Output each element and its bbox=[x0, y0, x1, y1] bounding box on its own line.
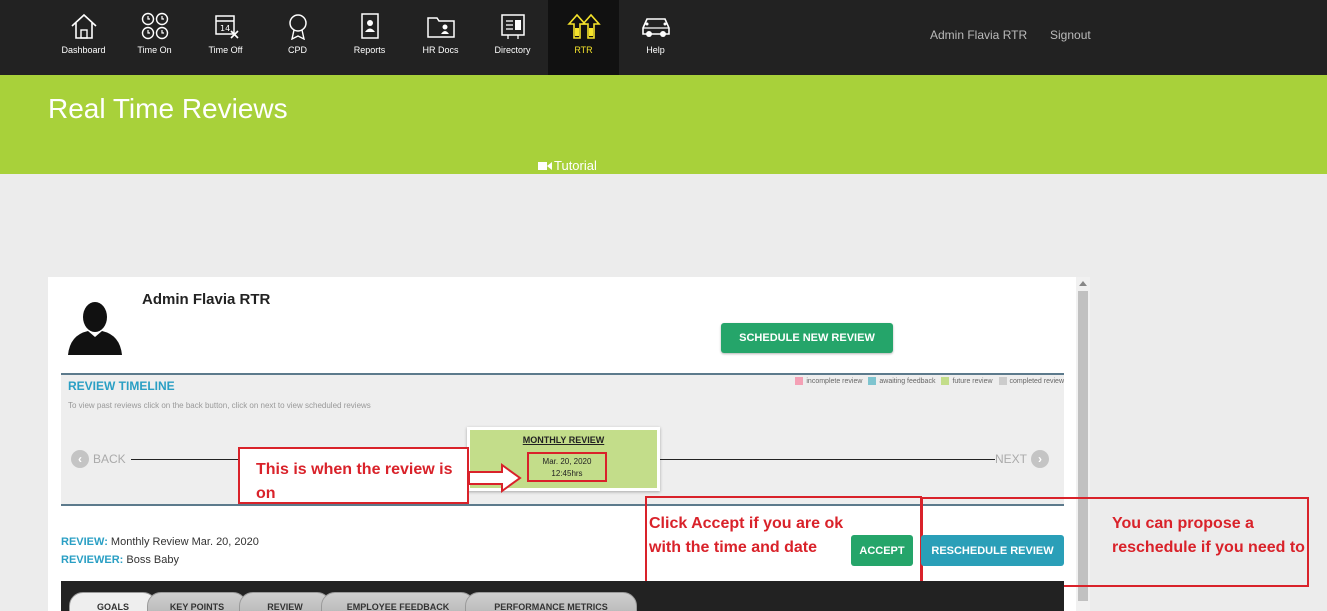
page-header: Real Time Reviews Tutorial bbox=[0, 75, 1327, 174]
tutorial-label: Tutorial bbox=[554, 158, 597, 173]
folder-icon bbox=[426, 17, 455, 38]
timeline-legend: incomplete review awaiting feedback futu… bbox=[795, 377, 1064, 385]
review-card-date: Mar. 20, 2020 bbox=[542, 457, 592, 466]
reviewer-info: REVIEWER: Boss Baby bbox=[61, 554, 179, 566]
schedule-new-review-button[interactable]: SCHEDULE NEW REVIEW bbox=[721, 323, 893, 353]
nav-rtr[interactable]: RTR bbox=[548, 0, 619, 75]
legend-item: future review bbox=[941, 377, 993, 385]
legend-label: incomplete review bbox=[806, 377, 863, 385]
nav-directory[interactable]: Directory bbox=[477, 0, 548, 75]
legend-item: completed review bbox=[998, 377, 1064, 385]
profile-name: Admin Flavia RTR bbox=[142, 291, 271, 308]
nav-label: Time On bbox=[137, 45, 172, 55]
legend-label: future review bbox=[952, 377, 993, 385]
reviewer-label: REVIEWER: bbox=[61, 554, 124, 566]
nav-label: Directory bbox=[494, 45, 531, 55]
nav-cpd[interactable]: CPD bbox=[262, 0, 333, 75]
user-name[interactable]: Admin Flavia RTR bbox=[930, 28, 1027, 42]
page-title: Real Time Reviews bbox=[48, 93, 288, 124]
chevron-left-icon: ‹ bbox=[71, 450, 89, 468]
reschedule-review-button[interactable]: RESCHEDULE REVIEW bbox=[921, 535, 1064, 566]
review-card-title: MONTHLY REVIEW bbox=[522, 435, 605, 445]
back-label: BACK bbox=[93, 452, 126, 466]
tab-performance-metrics[interactable]: PERFORMANCE METRICS bbox=[465, 592, 637, 611]
directory-icon bbox=[500, 14, 525, 39]
tab-review[interactable]: REVIEW bbox=[239, 592, 331, 611]
nav-label: Dashboard bbox=[61, 45, 106, 55]
timeline-subtitle: To view past reviews click on the back b… bbox=[68, 401, 371, 410]
rtr-icon bbox=[566, 13, 601, 39]
legend-item: incomplete review bbox=[795, 377, 862, 385]
legend-label: awaiting feedback bbox=[879, 377, 936, 385]
report-icon bbox=[360, 13, 379, 39]
legend-swatch bbox=[795, 377, 804, 385]
car-icon bbox=[641, 18, 670, 37]
nav-label: Reports bbox=[353, 45, 386, 55]
review-timeline: REVIEW TIMELINE To view past reviews cli… bbox=[61, 373, 1064, 506]
timeline-next-button[interactable]: NEXT › bbox=[995, 450, 1050, 468]
nav-time-off[interactable]: 14 Time Off bbox=[190, 0, 261, 75]
review-value: Monthly Review Mar. 20, 2020 bbox=[110, 536, 259, 548]
legend-label: completed review bbox=[1009, 377, 1064, 385]
avatar bbox=[68, 302, 122, 355]
legend-swatch bbox=[998, 377, 1007, 385]
accept-button[interactable]: ACCEPT bbox=[851, 535, 913, 566]
review-tabs: GOALS KEY POINTS REVIEW EMPLOYEE FEEDBAC… bbox=[61, 581, 1064, 611]
chevron-right-icon: › bbox=[1031, 450, 1050, 468]
annotation-review-time: This is when the review is on bbox=[238, 447, 469, 504]
timeline-title: REVIEW TIMELINE bbox=[68, 379, 175, 393]
nav-dashboard[interactable]: Dashboard bbox=[48, 0, 119, 75]
nav-hr-docs[interactable]: HR Docs bbox=[405, 0, 476, 75]
next-label: NEXT bbox=[995, 452, 1028, 466]
review-card-time: 12:45hrs bbox=[551, 469, 583, 478]
nav-label: CPD bbox=[287, 45, 307, 55]
calendar-icon: 14 bbox=[214, 15, 239, 39]
scroll-up-icon[interactable] bbox=[1079, 281, 1087, 286]
top-nav: Dashboard Time On 14 Time Off CPD Report… bbox=[0, 0, 1327, 75]
video-camera-icon bbox=[538, 161, 552, 170]
tab-goals[interactable]: GOALS bbox=[69, 592, 157, 611]
home-icon bbox=[70, 13, 97, 39]
review-card-datetime: Mar. 20, 2020 12:45hrs bbox=[527, 452, 607, 482]
legend-swatch bbox=[941, 377, 950, 385]
annotation-arrow-icon bbox=[468, 463, 522, 493]
review-label: REVIEW: bbox=[61, 536, 108, 548]
legend-item: awaiting feedback bbox=[868, 377, 935, 385]
clock-icon bbox=[141, 12, 168, 40]
annotation-reschedule-text: You can propose a reschedule if you need… bbox=[1112, 515, 1305, 556]
nav-label: Help bbox=[646, 45, 665, 55]
tutorial-link[interactable]: Tutorial bbox=[538, 158, 597, 173]
nav-label: Time Off bbox=[208, 45, 243, 55]
nav-label: RTR bbox=[574, 45, 593, 55]
nav-time-on[interactable]: Time On bbox=[119, 0, 190, 75]
legend-swatch bbox=[868, 377, 877, 385]
nav-label: HR Docs bbox=[422, 45, 459, 55]
reviewer-value: Boss Baby bbox=[126, 554, 179, 566]
nav-help[interactable]: Help bbox=[620, 0, 691, 75]
tab-key-points[interactable]: KEY POINTS bbox=[147, 592, 247, 611]
signout-link[interactable]: Signout bbox=[1050, 28, 1091, 42]
review-info: REVIEW: Monthly Review Mar. 20, 2020 bbox=[61, 536, 259, 548]
svg-text:14: 14 bbox=[220, 24, 230, 33]
tab-employee-feedback[interactable]: EMPLOYEE FEEDBACK bbox=[321, 592, 475, 611]
annotation-accept-text: Click Accept if you are ok with the time… bbox=[649, 515, 844, 556]
nav-reports[interactable]: Reports bbox=[334, 0, 405, 75]
award-icon bbox=[288, 14, 307, 40]
timeline-back-button[interactable]: ‹ BACK bbox=[71, 450, 128, 468]
